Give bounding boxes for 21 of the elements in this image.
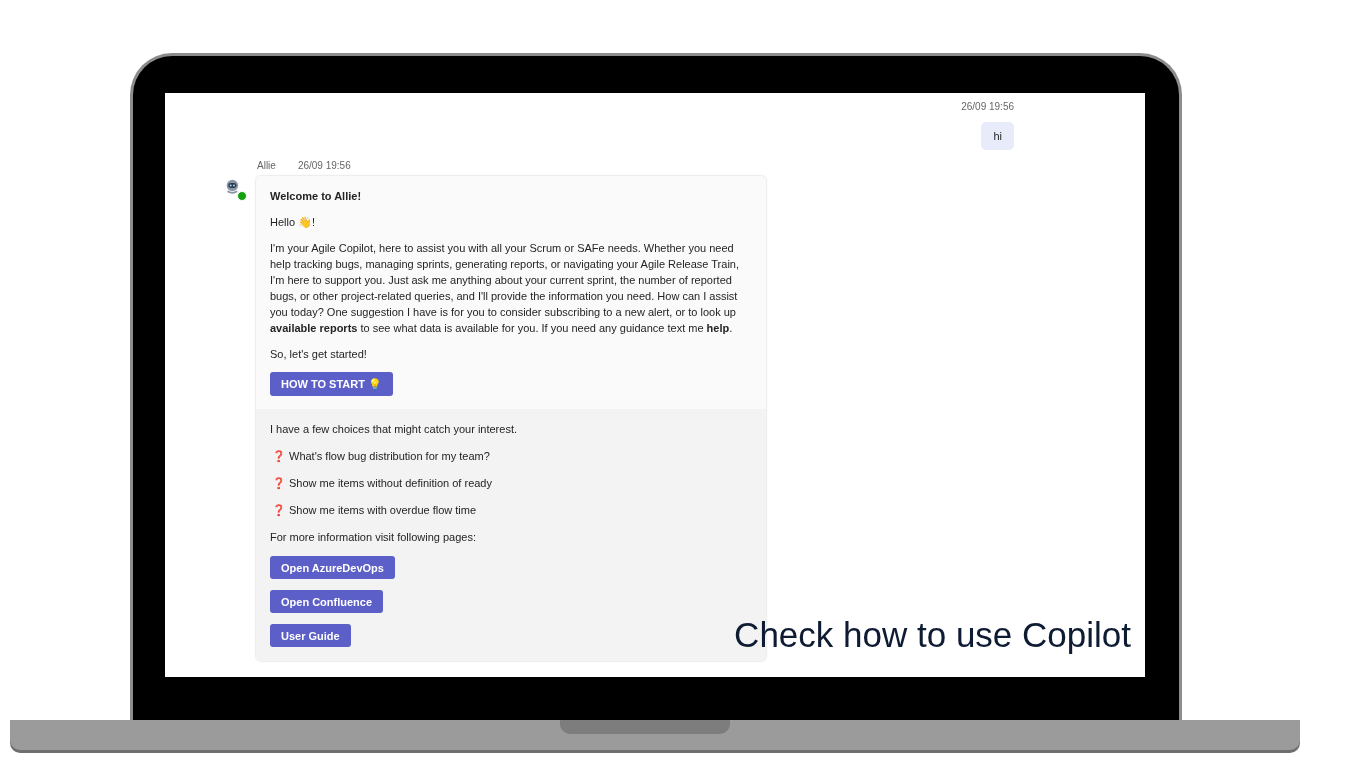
how-to-start-button[interactable]: HOW TO START 💡 [270,372,393,396]
message-title: Welcome to Allie! [270,189,362,204]
sender-name: Allie [257,160,276,172]
message-time: 26/09 19:56 [961,101,1014,113]
caption-text: Check how to use Copilot [734,615,1131,655]
message-text: I have a few choices that might catch your interest. [270,422,517,437]
message-text: Hello 👋! [270,215,316,230]
link-button[interactable]: User Guide [270,624,351,647]
question-mark-icon: ❓ [272,502,286,518]
link-button[interactable]: Open AzureDevOps [270,556,395,579]
question-mark-icon: ❓ [272,448,286,464]
message-text: I'm your Agile Copilot, here to assist you with all your Scrum or SAFe needs. Whether you need help tracking bugs, managing sprints, generating reports, or navigating your Agile Release Train, I'm here to support you. Just ask me anything about your current sprint, the number of reported bugs, or other project-related queries, and I'll provide the information you need. How can I assist you today? One suggestion I have is for you to consider subscribing to a new alert, or to look up available reports to see what data is available for you. If you need any guidance text me help. [270,241,740,336]
link-button[interactable]: Open Confluence [270,590,384,613]
message-text: For more information visit following pages: [270,530,477,545]
message-text: So, let's get started! [270,347,367,362]
suggestion-link[interactable]: What's flow bug distribution for my team? [289,448,490,464]
message-time: 26/09 19:56 [297,160,351,172]
user-message: hi [981,122,1014,150]
question-mark-icon: ❓ [272,475,286,491]
suggestion-link[interactable]: Show me items with overdue flow time [289,502,477,518]
suggestion-link[interactable]: Show me items without definition of ready [289,475,492,491]
